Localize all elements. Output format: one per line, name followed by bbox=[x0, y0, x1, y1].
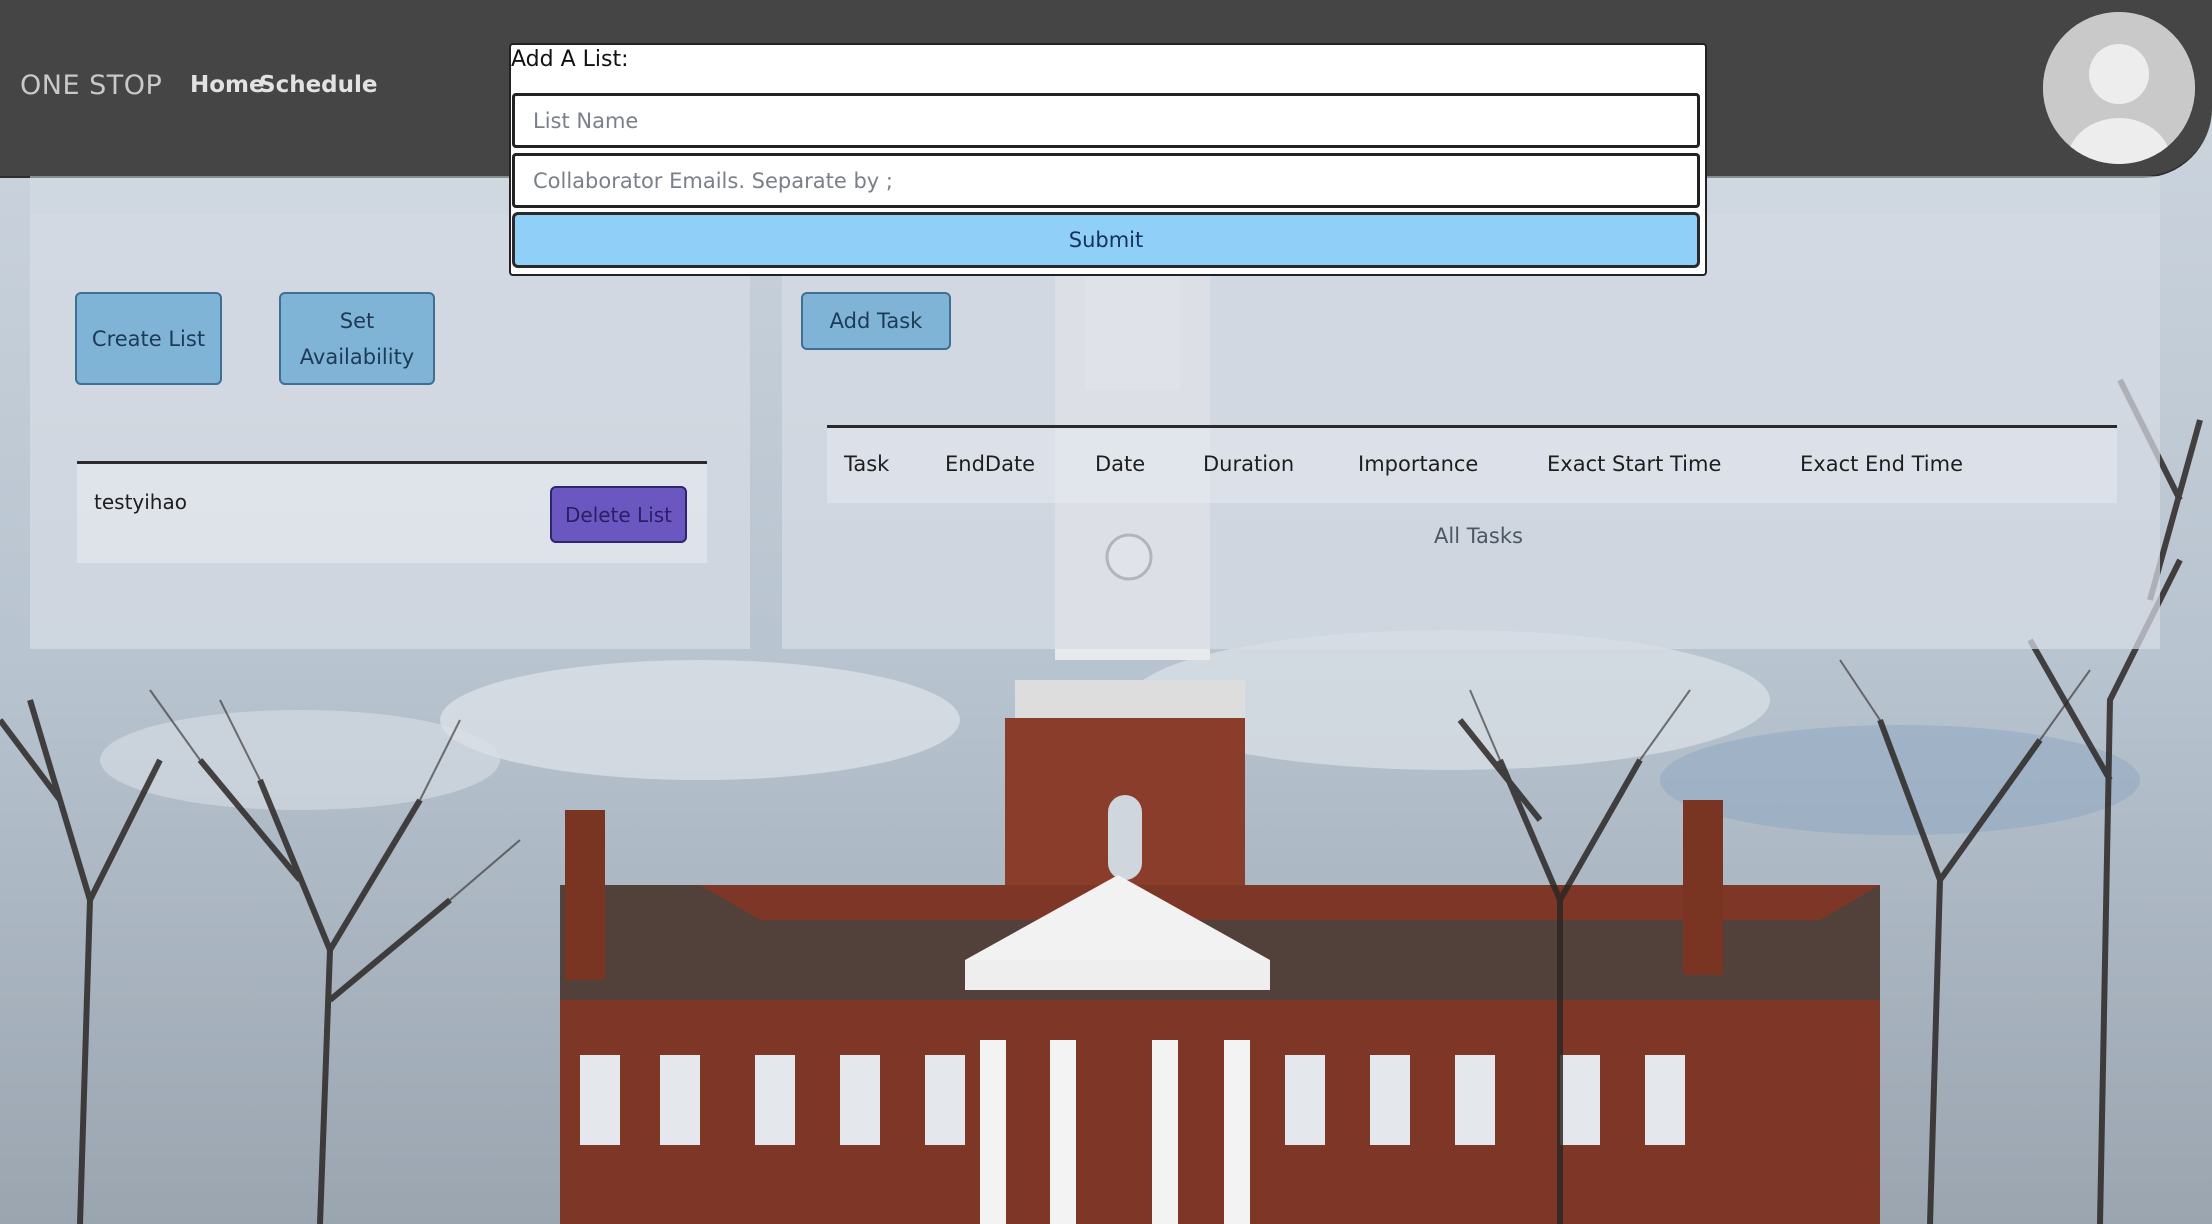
column-header-duration[interactable]: Duration bbox=[1203, 452, 1294, 476]
list-item: testyihao Delete List bbox=[77, 461, 707, 563]
column-header-exact-start-time[interactable]: Exact Start Time bbox=[1547, 452, 1721, 476]
set-availability-button[interactable]: Set Availability bbox=[279, 292, 435, 385]
list-name-input[interactable] bbox=[512, 93, 1700, 148]
submit-button[interactable]: Submit bbox=[512, 212, 1700, 268]
add-list-modal: Add A List: Submit bbox=[509, 43, 1707, 276]
brand-logo-text[interactable]: ONE STOP bbox=[20, 70, 162, 101]
all-tasks-empty-label: All Tasks bbox=[1434, 524, 1523, 548]
column-header-enddate[interactable]: EndDate bbox=[945, 452, 1035, 476]
task-table-header: Task EndDate Date Duration Importance Ex… bbox=[827, 425, 2117, 503]
lists-panel bbox=[30, 214, 750, 649]
modal-title: Add A List: bbox=[511, 47, 629, 72]
column-header-date[interactable]: Date bbox=[1095, 452, 1145, 476]
collaborator-emails-input[interactable] bbox=[512, 153, 1700, 208]
column-header-exact-end-time[interactable]: Exact End Time bbox=[1800, 452, 1963, 476]
list-name[interactable]: testyihao bbox=[94, 490, 187, 514]
nav-link-schedule[interactable]: Schedule bbox=[259, 72, 378, 98]
column-header-importance[interactable]: Importance bbox=[1358, 452, 1478, 476]
delete-list-button[interactable]: Delete List bbox=[550, 486, 687, 543]
user-avatar-icon[interactable] bbox=[2043, 12, 2195, 164]
add-task-button[interactable]: Add Task bbox=[801, 292, 951, 350]
create-list-button[interactable]: Create List bbox=[75, 292, 222, 385]
column-header-task[interactable]: Task bbox=[844, 452, 889, 476]
nav-link-home[interactable]: Home bbox=[190, 72, 265, 98]
